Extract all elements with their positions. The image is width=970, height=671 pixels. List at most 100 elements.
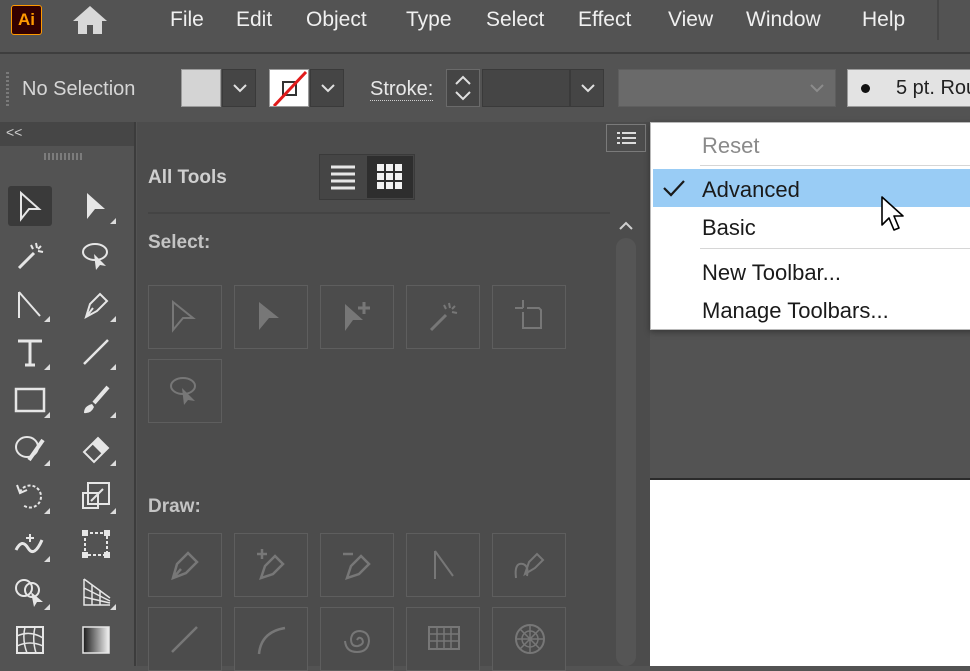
stroke-dropdown-button[interactable]	[310, 69, 344, 107]
tools-panel-grip[interactable]	[44, 153, 82, 160]
lasso-icon	[82, 243, 108, 270]
home-icon[interactable]	[70, 4, 110, 36]
rotate-icon	[16, 484, 43, 509]
menu-item-new-toolbar[interactable]: New Toolbar...	[702, 260, 841, 286]
menu-file[interactable]: File	[170, 8, 204, 32]
perspective-grid-tool[interactable]	[74, 572, 118, 612]
artboard-canvas[interactable]	[650, 478, 970, 666]
drawer-pen-tool[interactable]	[148, 533, 222, 597]
fill-dropdown-button[interactable]	[222, 69, 256, 107]
rotate-tool[interactable]	[8, 476, 52, 516]
paintbrush-icon	[84, 385, 110, 414]
menu-help[interactable]: Help	[862, 8, 905, 32]
perspective-grid-icon	[83, 578, 111, 606]
selection-tool[interactable]	[8, 186, 52, 226]
selection-status: No Selection	[22, 78, 136, 100]
stroke-weight-dropdown[interactable]	[570, 69, 604, 107]
type-tool[interactable]	[8, 332, 52, 372]
anchor-point-tool[interactable]	[8, 284, 52, 324]
lasso-tool[interactable]	[74, 236, 118, 276]
drawer-direct-selection-tool[interactable]	[234, 285, 308, 349]
free-transform-icon	[82, 530, 110, 558]
drawer-curvature-tool[interactable]	[492, 533, 566, 597]
drawer-group-selection-tool[interactable]	[320, 285, 394, 349]
menu-object[interactable]: Object	[306, 8, 367, 32]
brush-dot-icon	[861, 84, 870, 93]
variable-width-profile-dropdown[interactable]	[618, 69, 836, 107]
drawer-rectangular-grid-tool[interactable]	[406, 607, 480, 671]
gradient-icon	[82, 626, 110, 654]
shaper-tool[interactable]	[8, 428, 52, 468]
list-view-button[interactable]	[321, 156, 365, 198]
rectangle-tool[interactable]	[8, 380, 52, 420]
mouse-cursor-icon	[880, 195, 906, 233]
line-segment-tool[interactable]	[74, 332, 118, 372]
free-transform-tool[interactable]	[74, 524, 118, 564]
menu-item-manage-toolbars[interactable]: Manage Toolbars...	[702, 298, 889, 324]
menu-item-basic[interactable]: Basic	[702, 215, 756, 241]
stroke-label[interactable]: Stroke:	[370, 78, 434, 101]
stroke-weight-input[interactable]	[482, 69, 570, 107]
drawer-magic-wand-tool[interactable]	[406, 285, 480, 349]
collapse-panel-button[interactable]: <<	[6, 124, 22, 140]
pen-nib-icon	[171, 551, 199, 581]
artboard-icon	[515, 300, 542, 329]
anchor-point-icon	[18, 291, 41, 318]
scale-tool[interactable]	[74, 476, 118, 516]
drawer-polar-grid-tool[interactable]	[492, 607, 566, 671]
drawer-menu-button[interactable]	[606, 124, 646, 152]
add-anchor-point-icon	[257, 549, 285, 580]
width-tool-icon	[14, 534, 44, 554]
menu-item-advanced[interactable]: Advanced	[702, 177, 800, 203]
shape-builder-icon	[15, 579, 43, 607]
grid-view-button[interactable]	[367, 156, 413, 198]
drawer-lasso-tool[interactable]	[148, 359, 222, 423]
drawer-scrollbar[interactable]	[616, 238, 636, 666]
drawer-line-segment-tool[interactable]	[148, 607, 222, 671]
eraser-icon	[82, 436, 110, 464]
menu-type[interactable]: Type	[406, 8, 452, 32]
hamburger-list-icon	[617, 132, 636, 144]
line-segment-icon	[171, 626, 198, 653]
menu-select[interactable]: Select	[486, 8, 544, 32]
pen-tool[interactable]	[74, 284, 118, 324]
drawer-add-anchor-point-tool[interactable]	[234, 533, 308, 597]
stroke-weight-stepper[interactable]	[446, 69, 480, 107]
chevron-down-icon	[810, 84, 824, 93]
line-segment-icon	[83, 339, 109, 365]
illustrator-logo: Ai	[11, 5, 42, 35]
stroke-color-swatch[interactable]	[269, 69, 309, 107]
magic-wand-tool[interactable]	[8, 236, 52, 276]
drawer-artboard-tool[interactable]	[492, 285, 566, 349]
fill-color-swatch[interactable]	[181, 69, 221, 107]
chevron-down-icon	[321, 84, 335, 93]
eraser-tool[interactable]	[74, 428, 118, 468]
menu-window[interactable]: Window	[746, 8, 821, 32]
shape-builder-tool[interactable]	[8, 572, 52, 612]
drawer-scroll-up-button[interactable]	[616, 218, 636, 234]
menu-edit[interactable]: Edit	[236, 8, 272, 32]
rectangle-icon	[14, 387, 46, 413]
width-tool[interactable]	[8, 524, 52, 564]
chevron-down-icon	[233, 84, 247, 93]
menu-effect[interactable]: Effect	[578, 8, 631, 32]
selection-arrow-icon	[172, 300, 196, 333]
magic-wand-icon	[429, 302, 458, 332]
delete-anchor-point-icon	[343, 552, 371, 580]
shaper-icon	[15, 436, 45, 462]
mesh-tool[interactable]	[8, 620, 52, 660]
gradient-tool[interactable]	[74, 620, 118, 660]
control-bar-grip[interactable]	[6, 72, 9, 106]
drawer-spiral-tool[interactable]	[320, 607, 394, 671]
selection-arrow-icon	[20, 190, 42, 222]
drawer-selection-tool[interactable]	[148, 285, 222, 349]
drawer-delete-anchor-point-tool[interactable]	[320, 533, 394, 597]
spiral-icon	[344, 629, 371, 654]
drawer-anchor-point-tool[interactable]	[406, 533, 480, 597]
chevron-up-icon	[619, 221, 633, 230]
direct-selection-tool[interactable]	[74, 186, 118, 226]
menu-view[interactable]: View	[668, 8, 713, 32]
drawer-arc-tool[interactable]	[234, 607, 308, 671]
paintbrush-tool[interactable]	[74, 380, 118, 420]
curvature-icon	[514, 552, 545, 579]
